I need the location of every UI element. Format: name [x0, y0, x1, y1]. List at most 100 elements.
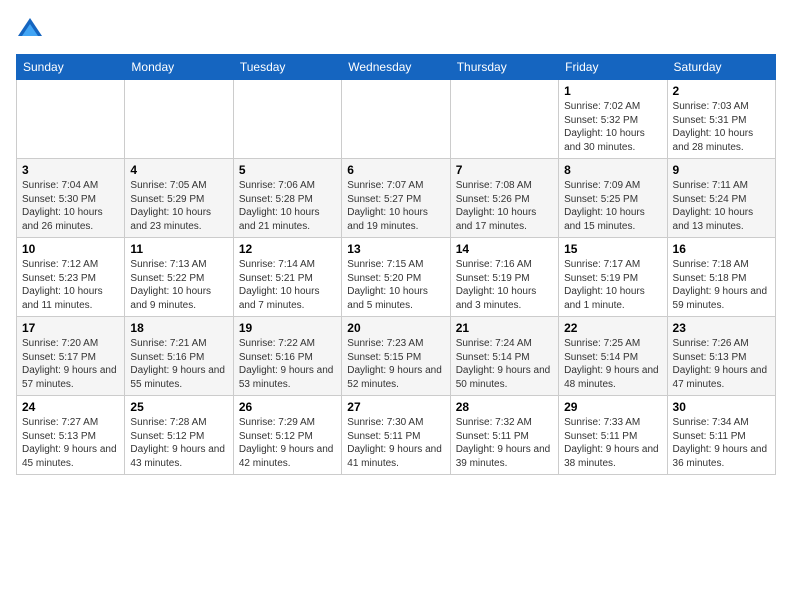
logo-icon — [16, 16, 44, 44]
day-cell: 24 Sunrise: 7:27 AMSunset: 5:13 PMDayligh… — [17, 396, 125, 475]
day-info: Sunrise: 7:18 AMSunset: 5:18 PMDaylight:… — [673, 258, 770, 312]
day-info: Sunrise: 7:09 AMSunset: 5:25 PMDaylight:… — [564, 179, 661, 233]
day-info: Sunrise: 7:24 AMSunset: 5:14 PMDaylight:… — [456, 337, 553, 391]
calendar: SundayMondayTuesdayWednesdayThursdayFrid… — [16, 54, 776, 475]
weekday-sunday: Sunday — [17, 55, 125, 80]
day-number: 18 — [130, 321, 227, 335]
day-info: Sunrise: 7:05 AMSunset: 5:29 PMDaylight:… — [130, 179, 227, 233]
weekday-monday: Monday — [125, 55, 233, 80]
day-info: Sunrise: 7:04 AMSunset: 5:30 PMDaylight:… — [22, 179, 119, 233]
header — [16, 16, 776, 44]
page: SundayMondayTuesdayWednesdayThursdayFrid… — [0, 0, 792, 485]
day-info: Sunrise: 7:17 AMSunset: 5:19 PMDaylight:… — [564, 258, 661, 312]
day-cell: 30 Sunrise: 7:34 AMSunset: 5:11 PMDayligh… — [667, 396, 775, 475]
calendar-header: SundayMondayTuesdayWednesdayThursdayFrid… — [17, 55, 776, 80]
logo — [16, 16, 48, 44]
day-cell: 21 Sunrise: 7:24 AMSunset: 5:14 PMDayligh… — [450, 317, 558, 396]
day-cell — [17, 80, 125, 159]
day-info: Sunrise: 7:30 AMSunset: 5:11 PMDaylight:… — [347, 416, 444, 470]
day-info: Sunrise: 7:28 AMSunset: 5:12 PMDaylight:… — [130, 416, 227, 470]
day-cell — [233, 80, 341, 159]
week-row-3: 10Sunrise: 7:12 AMSunset: 5:23 PMDayligh… — [17, 238, 776, 317]
day-number: 7 — [456, 163, 553, 177]
day-cell: 27 Sunrise: 7:30 AMSunset: 5:11 PMDayligh… — [342, 396, 450, 475]
day-info: Sunrise: 7:34 AMSunset: 5:11 PMDaylight:… — [673, 416, 770, 470]
day-cell: 20 Sunrise: 7:23 AMSunset: 5:15 PMDayligh… — [342, 317, 450, 396]
day-number: 23 — [673, 321, 770, 335]
day-cell: 10Sunrise: 7:12 AMSunset: 5:23 PMDayligh… — [17, 238, 125, 317]
week-row-4: 17Sunrise: 7:20 AMSunset: 5:17 PMDayligh… — [17, 317, 776, 396]
day-cell: 16 Sunrise: 7:18 AMSunset: 5:18 PMDayligh… — [667, 238, 775, 317]
day-number: 22 — [564, 321, 661, 335]
day-info: Sunrise: 7:21 AMSunset: 5:16 PMDaylight:… — [130, 337, 227, 391]
day-cell: 12 Sunrise: 7:14 AMSunset: 5:21 PMDayligh… — [233, 238, 341, 317]
day-cell: 13 Sunrise: 7:15 AMSunset: 5:20 PMDayligh… — [342, 238, 450, 317]
day-cell: 15 Sunrise: 7:17 AMSunset: 5:19 PMDayligh… — [559, 238, 667, 317]
weekday-wednesday: Wednesday — [342, 55, 450, 80]
day-cell: 19 Sunrise: 7:22 AMSunset: 5:16 PMDayligh… — [233, 317, 341, 396]
day-number: 19 — [239, 321, 336, 335]
day-number: 17 — [22, 321, 119, 335]
day-cell: 26 Sunrise: 7:29 AMSunset: 5:12 PMDayligh… — [233, 396, 341, 475]
day-info: Sunrise: 7:07 AMSunset: 5:27 PMDaylight:… — [347, 179, 444, 233]
day-cell: 6 Sunrise: 7:07 AMSunset: 5:27 PMDaylight… — [342, 159, 450, 238]
day-cell: 2Sunrise: 7:03 AMSunset: 5:31 PMDaylight… — [667, 80, 775, 159]
day-cell: 18 Sunrise: 7:21 AMSunset: 5:16 PMDayligh… — [125, 317, 233, 396]
calendar-body: 1 Sunrise: 7:02 AMSunset: 5:32 PMDaylight… — [17, 80, 776, 475]
day-info: Sunrise: 7:32 AMSunset: 5:11 PMDaylight:… — [456, 416, 553, 470]
day-cell: 23Sunrise: 7:26 AMSunset: 5:13 PMDayligh… — [667, 317, 775, 396]
day-cell — [450, 80, 558, 159]
day-info: Sunrise: 7:23 AMSunset: 5:15 PMDaylight:… — [347, 337, 444, 391]
day-cell: 17Sunrise: 7:20 AMSunset: 5:17 PMDayligh… — [17, 317, 125, 396]
day-number: 5 — [239, 163, 336, 177]
day-cell: 7 Sunrise: 7:08 AMSunset: 5:26 PMDaylight… — [450, 159, 558, 238]
day-number: 27 — [347, 400, 444, 414]
day-info: Sunrise: 7:33 AMSunset: 5:11 PMDaylight:… — [564, 416, 661, 470]
day-number: 9 — [673, 163, 770, 177]
day-info: Sunrise: 7:06 AMSunset: 5:28 PMDaylight:… — [239, 179, 336, 233]
day-number: 13 — [347, 242, 444, 256]
week-row-1: 1 Sunrise: 7:02 AMSunset: 5:32 PMDaylight… — [17, 80, 776, 159]
day-number: 20 — [347, 321, 444, 335]
day-cell: 9 Sunrise: 7:11 AMSunset: 5:24 PMDaylight… — [667, 159, 775, 238]
day-info: Sunrise: 7:29 AMSunset: 5:12 PMDaylight:… — [239, 416, 336, 470]
day-number: 25 — [130, 400, 227, 414]
day-cell: 1 Sunrise: 7:02 AMSunset: 5:32 PMDaylight… — [559, 80, 667, 159]
day-number: 16 — [673, 242, 770, 256]
day-number: 2 — [673, 84, 770, 98]
weekday-row: SundayMondayTuesdayWednesdayThursdayFrid… — [17, 55, 776, 80]
day-number: 15 — [564, 242, 661, 256]
day-number: 24 — [22, 400, 119, 414]
day-number: 26 — [239, 400, 336, 414]
day-cell — [342, 80, 450, 159]
day-number: 8 — [564, 163, 661, 177]
weekday-friday: Friday — [559, 55, 667, 80]
day-number: 3 — [22, 163, 119, 177]
weekday-saturday: Saturday — [667, 55, 775, 80]
day-info: Sunrise: 7:22 AMSunset: 5:16 PMDaylight:… — [239, 337, 336, 391]
day-info: Sunrise: 7:14 AMSunset: 5:21 PMDaylight:… — [239, 258, 336, 312]
week-row-2: 3 Sunrise: 7:04 AMSunset: 5:30 PMDaylight… — [17, 159, 776, 238]
day-cell: 11Sunrise: 7:13 AMSunset: 5:22 PMDayligh… — [125, 238, 233, 317]
day-number: 14 — [456, 242, 553, 256]
day-cell: 14Sunrise: 7:16 AMSunset: 5:19 PMDayligh… — [450, 238, 558, 317]
day-number: 4 — [130, 163, 227, 177]
day-info: Sunrise: 7:15 AMSunset: 5:20 PMDaylight:… — [347, 258, 444, 312]
day-info: Sunrise: 7:02 AMSunset: 5:32 PMDaylight:… — [564, 100, 661, 154]
day-number: 28 — [456, 400, 553, 414]
weekday-tuesday: Tuesday — [233, 55, 341, 80]
day-info: Sunrise: 7:11 AMSunset: 5:24 PMDaylight:… — [673, 179, 770, 233]
day-number: 30 — [673, 400, 770, 414]
weekday-thursday: Thursday — [450, 55, 558, 80]
day-cell: 28 Sunrise: 7:32 AMSunset: 5:11 PMDayligh… — [450, 396, 558, 475]
day-cell: 5 Sunrise: 7:06 AMSunset: 5:28 PMDaylight… — [233, 159, 341, 238]
day-number: 6 — [347, 163, 444, 177]
day-number: 1 — [564, 84, 661, 98]
day-number: 12 — [239, 242, 336, 256]
day-info: Sunrise: 7:25 AMSunset: 5:14 PMDaylight:… — [564, 337, 661, 391]
day-cell: 3 Sunrise: 7:04 AMSunset: 5:30 PMDaylight… — [17, 159, 125, 238]
day-number: 21 — [456, 321, 553, 335]
day-cell: 4 Sunrise: 7:05 AMSunset: 5:29 PMDaylight… — [125, 159, 233, 238]
day-info: Sunrise: 7:08 AMSunset: 5:26 PMDaylight:… — [456, 179, 553, 233]
day-info: Sunrise: 7:27 AMSunset: 5:13 PMDaylight:… — [22, 416, 119, 470]
